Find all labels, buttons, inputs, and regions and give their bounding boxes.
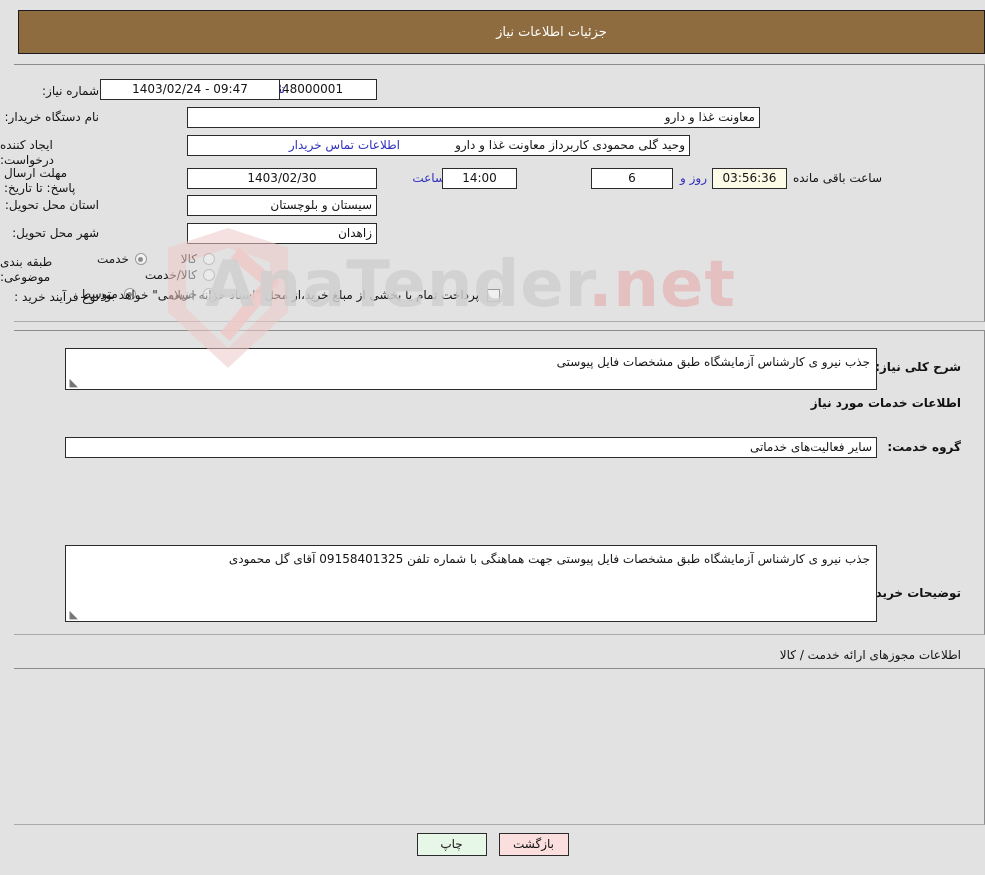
checkbox-icon[interactable] [487, 288, 500, 302]
buyer-notes-value: جذب نیرو ی کارشناس آزمایشگاه طبق مشخصات … [228, 552, 870, 566]
back-button[interactable]: بازگشت [498, 833, 569, 856]
category-option-kala[interactable]: کالا [181, 252, 215, 266]
deadline-days-label: روز و [680, 171, 707, 185]
requester-value: وحید گلی محمودی کاربرداز معاونت غذا و دا… [187, 135, 690, 156]
city-label: شهر محل تحویل: [12, 226, 99, 240]
print-button[interactable]: چاپ [416, 833, 487, 856]
category-option-kala-khedmat[interactable]: کالا/خدمت [145, 268, 215, 282]
deadline-label: مهلت ارسال پاسخ: تا تاریخ: [4, 166, 76, 195]
radio-icon[interactable] [134, 253, 147, 265]
category-radio-group: کالا خدمت کالا/خدمت [0, 252, 215, 284]
province-value: سیستان و بلوچستان [187, 195, 377, 216]
buyer-org-value: معاونت غذا و دارو [187, 107, 760, 128]
requester-label: ایجاد کننده درخواست: [0, 138, 54, 167]
services-heading: اطلاعات خدمات مورد نیاز [810, 396, 961, 410]
deadline-time-value: 14:00 [442, 168, 517, 189]
licenses-panel [14, 668, 985, 825]
category-option-label: خدمت [97, 252, 129, 266]
deadline-days-value: 6 [591, 168, 673, 189]
buyer-notes-textarea[interactable]: جذب نیرو ی کارشناس آزمایشگاه طبق مشخصات … [65, 545, 877, 622]
category-option-label: کالا [180, 252, 197, 266]
general-need-textarea[interactable]: جذب نیرو ی کارشناس آزمایشگاه طبق مشخصات … [65, 348, 877, 390]
licenses-caption: اطلاعات مجوزهای ارائه خدمت / کالا [779, 648, 961, 662]
treasury-checkbox-row[interactable]: پرداخت تمام یا بخشی از مبلغ خرید،از محل … [96, 288, 500, 302]
treasury-checkbox-label: پرداخت تمام یا بخشی از مبلغ خرید،از محل … [96, 288, 479, 302]
need-number-label: شماره نیاز: [42, 83, 99, 98]
radio-icon[interactable] [203, 253, 215, 265]
general-need-value: جذب نیرو ی کارشناس آزمایشگاه طبق مشخصات … [556, 355, 870, 369]
resize-grip-icon[interactable]: ◣ [68, 609, 78, 620]
deadline-date-value: 1403/02/30 [187, 168, 377, 189]
resize-grip-icon[interactable]: ◣ [68, 377, 78, 388]
category-option-khedmat[interactable]: خدمت [97, 252, 147, 266]
page-title: جزئیات اطلاعات نیاز [496, 24, 607, 40]
radio-icon[interactable] [203, 269, 215, 281]
service-group-label: گروه خدمت: [887, 440, 961, 454]
category-option-label: کالا/خدمت [144, 268, 197, 282]
buyer-org-label: نام دستگاه خریدار: [4, 110, 100, 124]
province-label: استان محل تحویل: [4, 198, 99, 212]
announce-datetime-value: 1403/02/24 - 09:47 [100, 79, 280, 100]
deadline-countdown-label: ساعت باقی مانده [792, 171, 882, 185]
deadline-time-label: ساعت [412, 171, 445, 185]
deadline-countdown-value: 03:56:36 [712, 168, 787, 189]
window-titlebar: جزئیات اطلاعات نیاز [18, 10, 985, 54]
city-value: زاهدان [187, 223, 377, 244]
footer-button-row: بازگشت چاپ [0, 833, 985, 856]
buyer-contact-link[interactable]: اطلاعات تماس خریدار [289, 138, 400, 152]
general-need-label: شرح کلی نیاز: [875, 360, 961, 374]
service-group-value: سایر فعالیت‌های خدماتی [65, 437, 877, 458]
